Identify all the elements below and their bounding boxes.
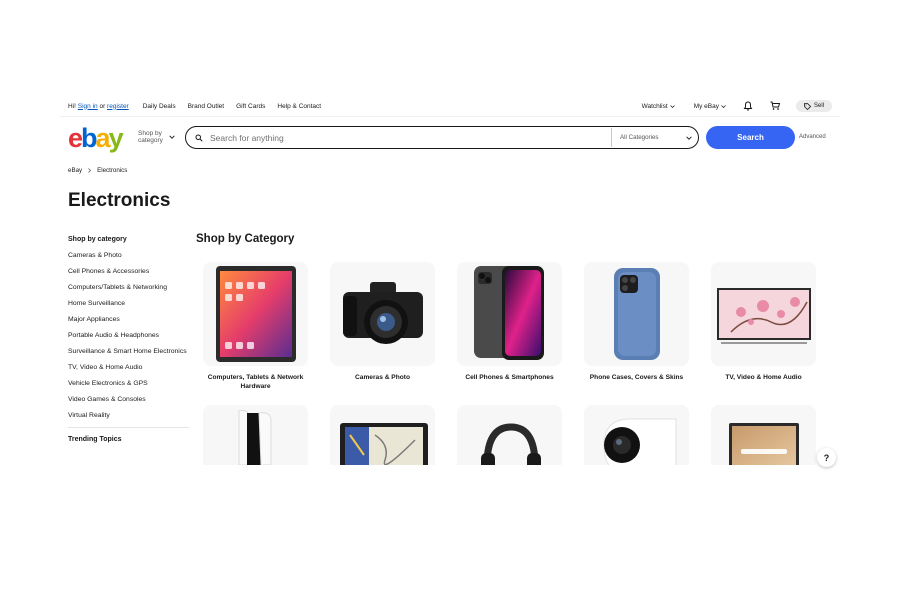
category-card-laptops[interactable] xyxy=(711,405,816,465)
camera-image xyxy=(330,262,435,366)
search-input[interactable]: Search for anything xyxy=(210,133,611,143)
brand-outlet-link[interactable]: Brand Outlet xyxy=(188,103,225,110)
chevron-down-icon xyxy=(169,135,175,139)
chevron-right-icon xyxy=(88,168,92,173)
daily-deals-link[interactable]: Daily Deals xyxy=(143,103,176,110)
category-label: Phone Cases, Covers & Skins xyxy=(589,374,684,381)
ebay-logo[interactable]: ebay xyxy=(68,123,124,153)
help-contact-link[interactable]: Help & Contact xyxy=(277,103,321,110)
top-bar: Hi! Sign in or register Daily Deals Bran… xyxy=(68,96,832,116)
smartphone-image xyxy=(457,262,562,366)
chevron-down-icon xyxy=(686,135,692,140)
breadcrumb-current: Electronics xyxy=(97,167,128,174)
breadcrumb: eBay Electronics xyxy=(68,167,127,174)
gps-unit-image xyxy=(330,405,435,465)
page-title: Electronics xyxy=(68,190,171,211)
sidebar-item-surveillance-smart-home[interactable]: Surveillance & Smart Home Electronics xyxy=(68,347,189,357)
sidebar: Shop by category Cameras & Photo Cell Ph… xyxy=(68,236,189,443)
logo-letter-a: a xyxy=(95,123,111,153)
sidebar-divider xyxy=(68,427,189,428)
category-card-phone-cases[interactable]: Phone Cases, Covers & Skins xyxy=(584,262,689,391)
category-label: Computers, Tablets & Network Hardware xyxy=(207,374,304,390)
greeting-text: Hi! xyxy=(68,102,76,110)
sidebar-item-video-games[interactable]: Video Games & Consoles xyxy=(68,395,189,405)
tablet-image xyxy=(203,262,308,366)
gift-cards-link[interactable]: Gift Cards xyxy=(236,103,265,110)
trending-topics-heading: Trending Topics xyxy=(68,436,122,443)
category-card-video-games[interactable] xyxy=(203,405,308,465)
sidebar-item-virtual-reality[interactable]: Virtual Reality xyxy=(68,411,189,421)
sidebar-item-portable-audio[interactable]: Portable Audio & Headphones xyxy=(68,331,189,341)
breadcrumb-home[interactable]: eBay xyxy=(68,167,82,174)
browser-viewport: Hi! Sign in or register Daily Deals Bran… xyxy=(60,96,840,465)
category-card-computers[interactable]: Computers, Tablets & Network Hardware xyxy=(203,262,308,391)
category-card-cameras[interactable]: Cameras & Photo xyxy=(330,262,435,391)
laptop-image xyxy=(711,405,816,465)
logo-letter-y: y xyxy=(108,123,124,153)
headphones-image xyxy=(457,405,562,465)
game-console-image xyxy=(203,405,308,465)
top-divider xyxy=(60,116,840,117)
category-label: Cameras & Photo xyxy=(355,374,410,381)
sidebar-item-home-surveillance[interactable]: Home Surveillance xyxy=(68,299,189,309)
sidebar-item-cell-phones[interactable]: Cell Phones & Accessories xyxy=(68,267,189,277)
or-text: or xyxy=(99,102,106,110)
category-card-home-surveillance[interactable] xyxy=(584,405,689,465)
search-button[interactable]: Search xyxy=(706,126,795,149)
logo-letter-e: e xyxy=(68,123,83,153)
category-label: TV, Video & Home Audio xyxy=(725,374,802,381)
search-icon xyxy=(195,134,203,142)
category-select-label: All Categories xyxy=(620,134,659,141)
sidebar-item-tv-video[interactable]: TV, Video & Home Audio xyxy=(68,363,189,373)
search-bar: Search for anything All Categories xyxy=(185,126,699,149)
greeting: Hi! Sign in or register xyxy=(68,103,129,110)
top-bar-right: Watchlist My eBay Sell xyxy=(623,100,832,112)
bell-icon[interactable] xyxy=(742,100,754,112)
category-card-tv[interactable]: TV, Video & Home Audio xyxy=(711,262,816,391)
sell-button[interactable]: Sell xyxy=(795,100,832,112)
category-select[interactable]: All Categories xyxy=(612,134,698,141)
cart-icon[interactable] xyxy=(770,100,782,112)
watchlist-label: Watchlist xyxy=(641,102,668,110)
category-card-vehicle-gps[interactable] xyxy=(330,405,435,465)
advanced-search-link[interactable]: Advanced xyxy=(799,134,826,140)
phone-case-image xyxy=(584,262,689,366)
sidebar-heading: Shop by category xyxy=(68,236,127,243)
register-link[interactable]: register xyxy=(107,103,129,110)
sidebar-item-vehicle-electronics[interactable]: Vehicle Electronics & GPS xyxy=(68,379,189,389)
security-camera-image xyxy=(584,405,689,465)
sidebar-item-computers[interactable]: Computers/Tablets & Networking xyxy=(68,283,189,293)
category-grid: Computers, Tablets & Network Hardware Ca… xyxy=(203,262,823,465)
sign-in-link[interactable]: Sign in xyxy=(78,103,98,110)
main-section-title: Shop by Category xyxy=(196,233,295,245)
category-card-portable-audio[interactable] xyxy=(457,405,562,465)
help-button[interactable]: ? xyxy=(817,448,836,467)
sell-label: Sell xyxy=(813,103,824,109)
sidebar-item-major-appliances[interactable]: Major Appliances xyxy=(68,315,189,325)
my-ebay-label: My eBay xyxy=(693,102,719,110)
shop-by-category-button[interactable]: Shop by category xyxy=(138,130,170,144)
my-ebay-menu[interactable]: My eBay xyxy=(694,103,726,110)
sidebar-item-cameras-photo[interactable]: Cameras & Photo xyxy=(68,251,189,261)
watchlist-menu[interactable]: Watchlist xyxy=(642,103,675,110)
tv-image xyxy=(711,262,816,366)
chevron-down-icon xyxy=(669,104,675,108)
chevron-down-icon xyxy=(721,104,726,108)
category-card-cell-phones[interactable]: Cell Phones & Smartphones xyxy=(457,262,562,391)
logo-letter-b: b xyxy=(81,123,97,153)
category-label: Cell Phones & Smartphones xyxy=(465,374,554,381)
tag-icon xyxy=(804,102,811,110)
